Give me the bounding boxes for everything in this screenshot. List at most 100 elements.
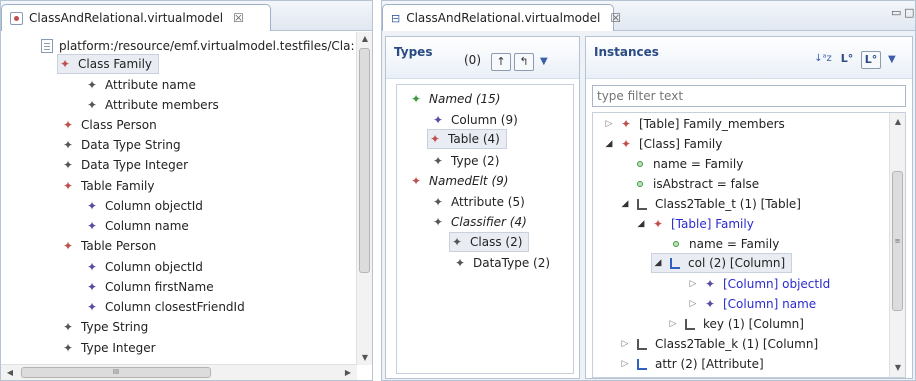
left-vertical-scrollbar[interactable]: ▲ ▼ [356, 32, 372, 365]
scroll-down-icon[interactable]: ▼ [890, 361, 905, 375]
class-icon: ✦ [620, 137, 632, 151]
instances-vertical-scrollbar[interactable]: ▲ ≡ ▼ [889, 113, 905, 377]
type-icon: ✦ [62, 341, 74, 355]
instance-table-family[interactable]: ◢ ✦ [Table] Family [635, 214, 754, 234]
type-attribute[interactable]: ✦ Attribute (5) [431, 192, 525, 212]
instance-label: isAbstract = false [653, 177, 760, 191]
instance-col-reference[interactable]: ◢ col (2) [Column] [651, 253, 793, 273]
tree-item-column-firstname[interactable]: ✦ Column firstName [85, 277, 214, 297]
instance-table-name[interactable]: name = Family [669, 234, 779, 254]
instance-table-family-members[interactable]: ▷ ✦ [Table] Family_members [603, 114, 785, 134]
type-class[interactable]: ✦ Class (2) [449, 232, 530, 252]
tree-item-table-person[interactable]: ✦ Table Person [61, 236, 156, 256]
type-classifier[interactable]: ✦ Classifier (4) [431, 212, 527, 232]
collapse-arrow-icon[interactable]: ◢ [619, 199, 631, 209]
filter-input[interactable] [592, 85, 906, 107]
type-column[interactable]: ✦ Column (9) [431, 110, 518, 130]
instance-label: [Class] Family [639, 137, 723, 151]
scroll-down-icon[interactable]: ▼ [357, 351, 373, 365]
scroll-thumb[interactable] [359, 48, 370, 273]
table-icon: ✦ [652, 217, 664, 231]
tree-item-attribute-members[interactable]: ✦ Attribute members [85, 95, 219, 115]
tree-item-column-objectid-2[interactable]: ✦ Column objectId [85, 257, 203, 277]
expand-arrow-icon[interactable]: ▷ [687, 299, 699, 309]
scroll-thumb[interactable]: ≡ [892, 171, 903, 311]
tree-item-type-string[interactable]: ✦ Type String [61, 317, 148, 337]
left-tree: platform:/resource/emf.virtualmodel.test… [1, 32, 357, 365]
collapse-arrow-icon[interactable]: ◢ [635, 219, 647, 229]
expand-arrow-icon[interactable]: ▷ [667, 319, 679, 329]
tree-item-attribute-name[interactable]: ✦ Attribute name [85, 75, 196, 95]
right-tab-close-icon[interactable]: ☒ [610, 11, 621, 25]
instance-column-name[interactable]: ▷ ✦ [Column] name [687, 294, 817, 314]
column-icon: ✦ [86, 219, 98, 233]
sort-az-button[interactable]: ↓ᵃz [813, 51, 833, 69]
collapse-arrow-icon[interactable]: ◢ [603, 139, 615, 149]
tree-item-label: Class Person [81, 118, 157, 132]
scroll-left-icon[interactable]: ◀ [3, 365, 17, 381]
maximize-icon[interactable]: □ [904, 6, 914, 19]
left-horizontal-scrollbar[interactable]: ◀ III ▶ [1, 364, 357, 380]
right-editor-tab[interactable]: ⊟ ClassAndRelational.virtualmodel ☒ [382, 4, 621, 31]
instance-attr-name[interactable]: name = Family [633, 154, 743, 174]
collapse-arrow-icon[interactable]: ◢ [652, 258, 664, 268]
tree-item-type-integer[interactable]: ✦ Type Integer [61, 338, 156, 358]
scroll-right-icon[interactable]: ▶ [341, 365, 355, 381]
instance-attr-reference[interactable]: ▷ attr (2) [Attribute] [619, 354, 764, 374]
type-label: NamedElt (9) [429, 174, 509, 188]
tree-item-datatype-integer[interactable]: ✦ Data Type Integer [61, 155, 188, 175]
instance-class2table-k[interactable]: ▷ Class2Table_k (1) [Column] [619, 334, 819, 354]
instance-label: name = Family [689, 237, 780, 251]
type-named[interactable]: ✦ Named (15) [409, 89, 501, 109]
tree-item-column-closestfriendid[interactable]: ✦ Column closestFriendId [85, 297, 245, 317]
tree-item-table-family[interactable]: ✦ Table Family [61, 176, 155, 196]
hierarchy-toggle-button[interactable]: ↰ [514, 53, 534, 71]
instance-label: Class2Table_k (1) [Column] [655, 337, 819, 351]
expand-arrow-icon[interactable]: ▷ [619, 359, 631, 369]
type-type[interactable]: ✦ Type (2) [431, 151, 499, 171]
tree-root-resource[interactable]: platform:/resource/emf.virtualmodel.test… [41, 36, 355, 56]
show-labels-toggle-button[interactable]: L° [861, 51, 881, 69]
tree-item-class-family[interactable]: ✦ Class Family [57, 54, 159, 74]
instance-class2table-t[interactable]: ◢ Class2Table_t (1) [Table] [619, 194, 801, 214]
expand-arrow-icon[interactable]: ▷ [603, 119, 615, 129]
type-datatype[interactable]: ✦ DataType (2) [453, 253, 550, 273]
scroll-up-icon[interactable]: ▲ [357, 32, 373, 46]
instances-menu-chevron-down-icon[interactable]: ▼ [888, 54, 896, 65]
instance-key-reference[interactable]: ▷ key (1) [Column] [667, 314, 804, 334]
expand-arrow-icon[interactable]: ▷ [687, 279, 699, 289]
right-tab-title: ClassAndRelational.virtualmodel [406, 11, 601, 25]
left-editor-tab[interactable]: ClassAndRelational.virtualmodel ☒ [1, 4, 271, 31]
types-menu-chevron-down-icon[interactable]: ▼ [540, 56, 548, 67]
instance-label: [Table] Family [671, 217, 754, 231]
up-arrow-button[interactable]: ↑ [491, 53, 511, 71]
reference-icon [685, 318, 695, 330]
layout-icon-button[interactable]: L° [837, 51, 857, 69]
instance-label: [Column] name [723, 297, 817, 311]
right-editor: ⊟ ClassAndRelational.virtualmodel ☒ ▭ □ … [381, 0, 916, 381]
tree-item-datatype-string[interactable]: ✦ Data Type String [61, 135, 181, 155]
types-tree: ✦ Named (15) ✦ Column (9) ✦ Table (4) ✦ … [396, 84, 574, 374]
instance-attr-isabstract[interactable]: isAbstract = false [633, 174, 759, 194]
minimize-icon[interactable]: ▭ [891, 6, 901, 19]
reference-icon [637, 358, 647, 370]
tree-item-column-objectid[interactable]: ✦ Column objectId [85, 196, 203, 216]
instances-panel: Instances ↓ᵃz L° L° ▼ ▷ ✦ [Table] Family… [585, 36, 913, 379]
expand-arrow-icon[interactable]: ▷ [619, 339, 631, 349]
instance-class-family[interactable]: ◢ ✦ [Class] Family [603, 134, 723, 154]
scroll-thumb-horizontal[interactable]: III [21, 367, 211, 378]
type-table[interactable]: ✦ Table (4) [427, 129, 507, 149]
instance-column-objectid[interactable]: ▷ ✦ [Column] objectId [687, 274, 831, 294]
tree-item-column-name[interactable]: ✦ Column name [85, 216, 189, 236]
table-icon: ✦ [62, 239, 74, 253]
tree-item-label: Table Family [81, 179, 155, 193]
type-namedelt[interactable]: ✦ NamedElt (9) [409, 171, 508, 191]
left-tab-close-icon[interactable]: ☒ [233, 11, 244, 25]
datatype-type-icon: ✦ [454, 256, 466, 270]
scroll-up-icon[interactable]: ▲ [890, 115, 905, 129]
tree-item-class-person[interactable]: ✦ Class Person [61, 115, 157, 135]
value-dot-icon [637, 161, 643, 167]
column-icon: ✦ [704, 297, 716, 311]
datatype-icon: ✦ [62, 158, 74, 172]
tree-item-label: Column objectId [105, 260, 203, 274]
